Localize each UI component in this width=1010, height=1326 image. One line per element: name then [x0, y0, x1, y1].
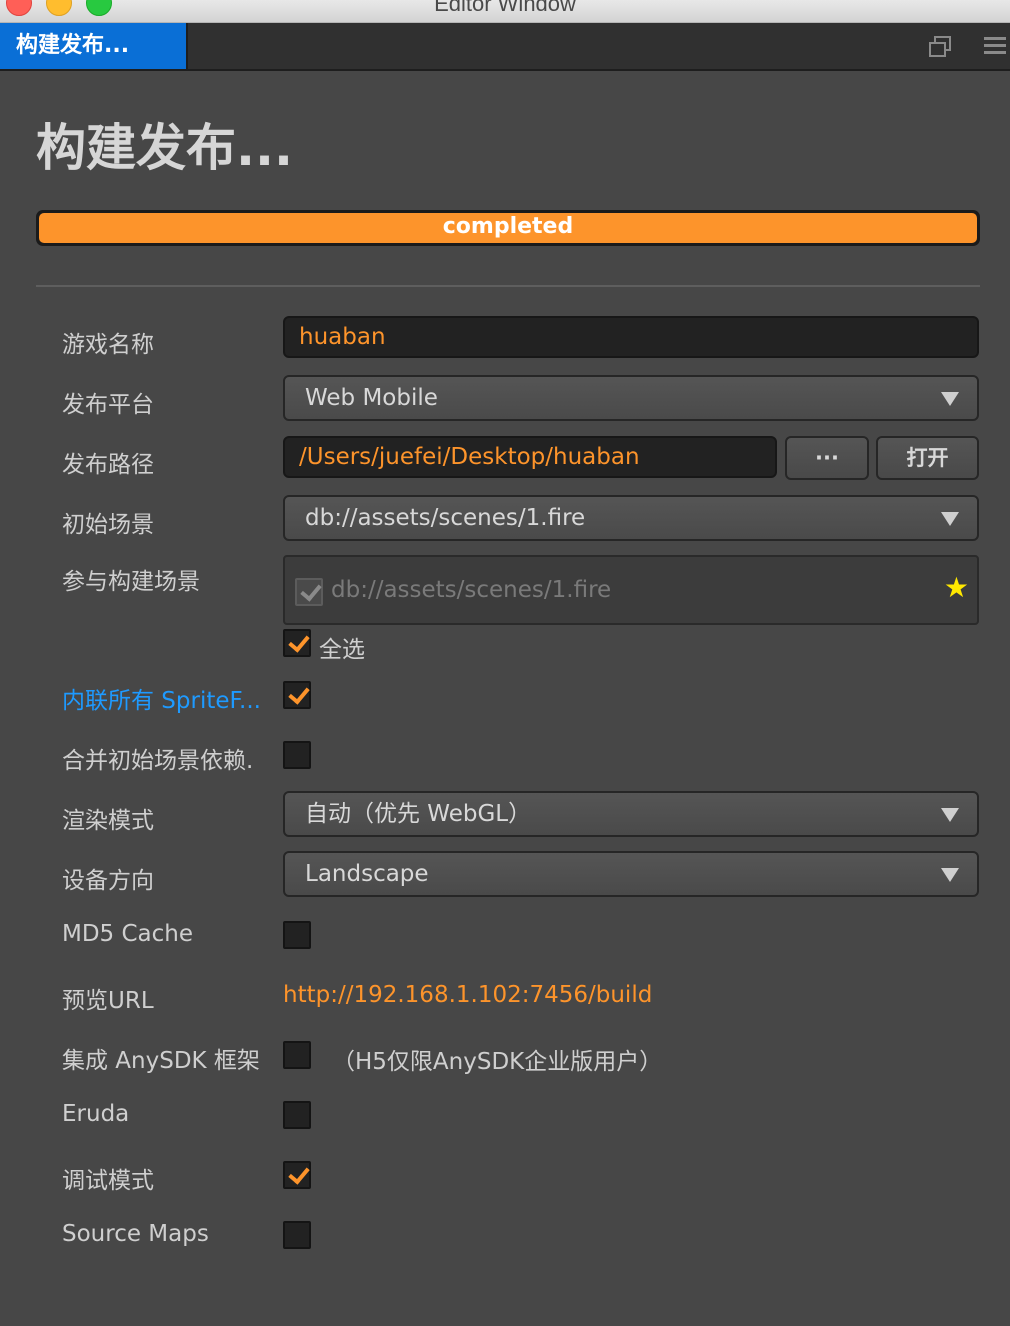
tab-build[interactable]: 构建发布... [0, 23, 188, 69]
platform-select[interactable]: Web Mobile [283, 375, 979, 421]
platform-value: Web Mobile [305, 385, 438, 411]
orientation-select[interactable]: Landscape [283, 851, 979, 897]
start-scene-select[interactable]: db://assets/scenes/1.fire [283, 495, 979, 541]
anysdk-note: （H5仅限AnySDK企业版用户） [332, 1049, 663, 1075]
md5-cache-label: MD5 Cache [62, 921, 194, 947]
eruda-label: Eruda [62, 1101, 130, 1127]
chevron-down-icon [941, 512, 959, 526]
chevron-down-icon [941, 808, 959, 822]
md5-cache-checkbox[interactable] [283, 921, 311, 949]
popout-icon[interactable] [928, 33, 954, 59]
merge-start-scene-label: 合并初始场景依赖. [62, 748, 254, 774]
star-icon: ★ [943, 571, 969, 604]
render-mode-select[interactable]: 自动（优先 WebGL） [283, 791, 979, 837]
source-maps-label: Source Maps [62, 1221, 209, 1247]
scene-path: db://assets/scenes/1.fire [331, 577, 612, 603]
anysdk-label: 集成 AnySDK 框架 [62, 1048, 260, 1074]
scene-checkbox [295, 578, 323, 606]
preview-url-link[interactable]: http://192.168.1.102:7456/build [283, 982, 652, 1008]
window-title: Editor Window [434, 0, 576, 16]
build-progress-bar: completed [36, 210, 980, 246]
divider [36, 285, 980, 287]
build-path-label: 发布路径 [62, 452, 154, 478]
build-path-input[interactable]: /Users/juefei/Desktop/huaban [283, 436, 777, 478]
inline-spriteframes-label[interactable]: 内联所有 SpriteF... [62, 681, 261, 715]
window-titlebar: Editor Window [0, 0, 1010, 23]
open-folder-button[interactable]: 打开 [876, 436, 979, 480]
browse-button[interactable]: ··· [785, 436, 869, 480]
inline-spriteframes-checkbox[interactable] [283, 681, 311, 709]
merge-start-scene-checkbox[interactable] [283, 741, 311, 769]
orientation-value: Landscape [305, 861, 429, 887]
debug-mode-checkbox[interactable] [283, 1161, 311, 1189]
menu-icon[interactable] [982, 33, 1008, 59]
progress-label: completed [442, 214, 574, 239]
select-all-checkbox[interactable] [283, 629, 311, 657]
game-name-input[interactable]: huaban [283, 316, 979, 358]
scene-list: db://assets/scenes/1.fire ★ [283, 555, 979, 625]
game-name-label: 游戏名称 [62, 332, 154, 358]
page-title: 构建发布... [36, 119, 293, 177]
platform-label: 发布平台 [62, 392, 154, 418]
eruda-checkbox[interactable] [283, 1101, 311, 1129]
chevron-down-icon [941, 392, 959, 406]
debug-mode-label: 调试模式 [62, 1168, 154, 1194]
included-scenes-label: 参与构建场景 [62, 569, 200, 595]
start-scene-value: db://assets/scenes/1.fire [305, 505, 586, 531]
anysdk-checkbox[interactable] [283, 1041, 311, 1069]
start-scene-label: 初始场景 [62, 512, 154, 538]
preview-url-label: 预览URL [62, 988, 154, 1014]
select-all-label: 全选 [319, 637, 365, 663]
render-mode-value: 自动（优先 WebGL） [305, 801, 532, 827]
chevron-down-icon [941, 868, 959, 882]
source-maps-checkbox[interactable] [283, 1221, 311, 1249]
orientation-label: 设备方向 [62, 868, 154, 894]
render-mode-label: 渲染模式 [62, 808, 154, 834]
tab-bar: 构建发布... [0, 23, 1010, 71]
